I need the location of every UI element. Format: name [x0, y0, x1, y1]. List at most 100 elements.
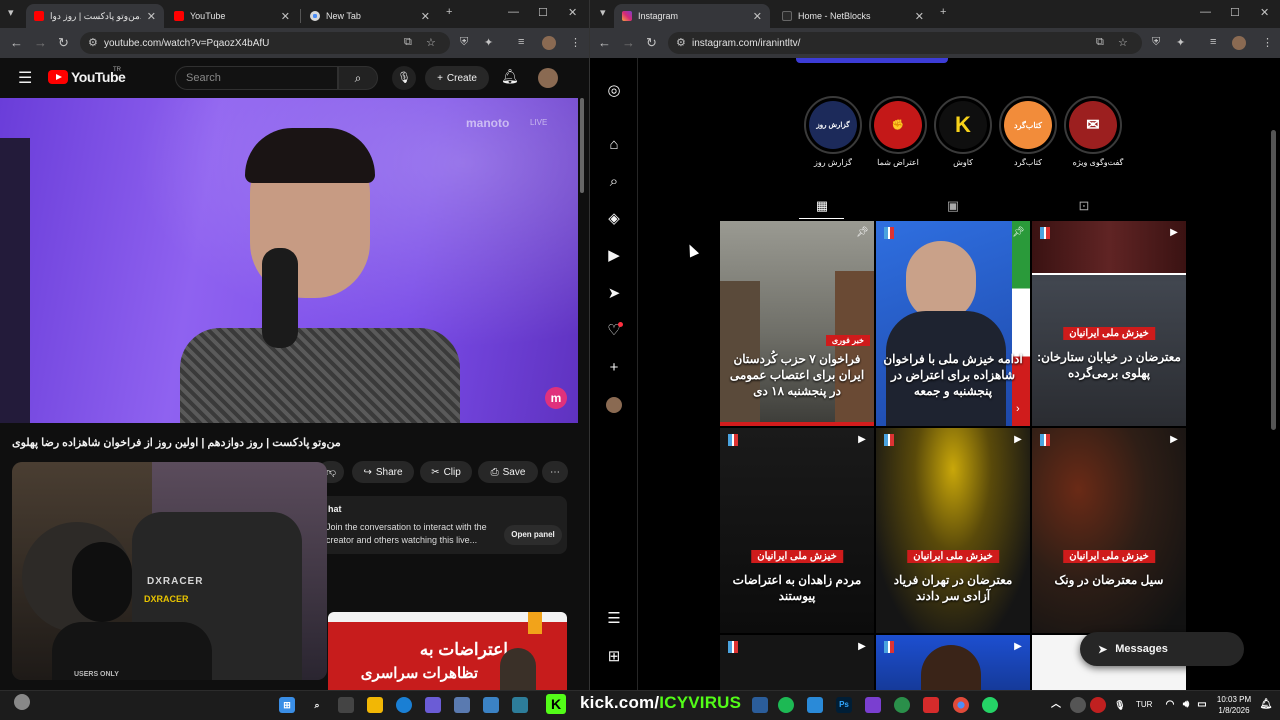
whatsapp-icon[interactable] — [982, 697, 998, 713]
start-windows-icon[interactable]: ⊞ — [279, 697, 295, 713]
microphone-icon[interactable]: 🎙 — [1112, 697, 1128, 713]
post-tile[interactable]: ▶ خیزش ملی ایرانیان مردم زاهدان به اعترا… — [720, 428, 874, 633]
search-icon[interactable]: ⌕ — [604, 171, 624, 191]
site-info-icon[interactable]: ⚙ — [676, 36, 686, 49]
tray-app-icon[interactable] — [1070, 697, 1086, 713]
reload-icon[interactable]: ↻ — [58, 35, 69, 51]
address-bar[interactable]: youtube.com/watch?v=PqaozX4bAfU — [80, 32, 450, 54]
direct-send-icon[interactable]: ➤ — [604, 283, 624, 303]
maximize-icon[interactable]: ☐ — [538, 6, 548, 19]
tab-groups-icon[interactable]: ≡ — [1210, 36, 1216, 48]
youtube-scrollbar[interactable] — [580, 98, 584, 193]
also-from-meta-icon[interactable]: ⊞ — [604, 646, 624, 666]
battery-icon[interactable]: ▭ — [1194, 697, 1210, 713]
install-app-icon[interactable]: ⧉ — [404, 36, 412, 49]
tab-new-tab[interactable]: New Tab ✕ — [302, 4, 438, 28]
post-tile[interactable]: ▶ خیزش ملی ایرانیان معترضان در تهران فری… — [876, 428, 1030, 633]
chrome-menu-icon[interactable]: ⋮ — [570, 36, 581, 49]
reels-icon[interactable]: ▶ — [604, 245, 624, 265]
forward-icon[interactable]: → — [34, 35, 47, 50]
vscode-icon[interactable] — [807, 697, 823, 713]
photoshop-icon[interactable]: Ps — [836, 697, 852, 713]
video-player[interactable]: manoto LIVE m — [0, 98, 578, 423]
tab-netblocks[interactable]: Home - NetBlocks ✕ — [774, 4, 932, 28]
post-tile[interactable]: ▶ — [876, 635, 1030, 690]
extensions-puzzle-icon[interactable]: ✦ — [1176, 36, 1185, 49]
highlight-protest[interactable]: ✊ — [869, 96, 927, 154]
post-tile[interactable]: 📌︎ ادامه خیزش ملی با فراخوان شاهزاده برا… — [876, 221, 1030, 426]
carousel-next-icon[interactable]: › — [1016, 403, 1020, 415]
close-tab-icon[interactable]: ✕ — [281, 10, 290, 23]
instagram-logo-icon[interactable]: ◎ — [604, 80, 624, 100]
shield-extension-icon[interactable]: ⛨ — [460, 36, 468, 49]
create-button[interactable]: + Create — [425, 66, 489, 90]
tagged-tab-icon[interactable]: ⊡ — [1072, 196, 1096, 216]
close-tab-icon[interactable]: ✕ — [915, 10, 924, 23]
chrome-icon[interactable] — [953, 697, 969, 713]
edge-icon[interactable] — [396, 697, 412, 713]
close-window-icon[interactable]: ✕ — [1260, 6, 1269, 19]
save-button[interactable]: ⎙ Save — [478, 461, 538, 483]
profile-avatar[interactable] — [542, 36, 556, 50]
clip-button[interactable]: ✂ Clip — [420, 461, 472, 483]
weather-widget-icon[interactable] — [14, 694, 30, 710]
instagram-scrollbar[interactable] — [1271, 130, 1276, 430]
notification-bell-icon[interactable]: 🔔︎ — [1258, 697, 1274, 713]
wifi-icon[interactable]: ◠ — [1162, 697, 1178, 713]
tab-search-icon[interactable]: ▾ — [8, 6, 14, 19]
more-actions-button[interactable]: ⋯ — [542, 461, 568, 483]
youtube-logo-icon[interactable] — [48, 70, 68, 84]
post-tile[interactable]: ▶ خیزش ملی ایرانیان معترضان در خیابان ست… — [1032, 221, 1186, 426]
share-button[interactable]: ↪ Share — [352, 461, 414, 483]
close-tab-icon[interactable]: ✕ — [421, 10, 430, 23]
bookmark-star-icon[interactable]: ☆ — [426, 36, 436, 49]
profile-avatar[interactable] — [606, 397, 622, 413]
tab-youtube[interactable]: YouTube ✕ — [166, 4, 298, 28]
highlight-kavosh[interactable]: K — [934, 96, 992, 154]
explore-compass-icon[interactable]: ◈ — [604, 208, 624, 228]
create-plus-icon[interactable]: + — [604, 357, 624, 377]
terminal-icon[interactable] — [512, 697, 528, 713]
forward-icon[interactable]: → — [622, 35, 635, 50]
tab-instagram[interactable]: Instagram ✕ — [614, 4, 770, 28]
minimize-icon[interactable]: — — [508, 6, 519, 18]
spotify-icon[interactable] — [778, 697, 794, 713]
post-tile[interactable]: 📌︎ خبر فوری فراخوان ۷ حزب کُردستان ایران… — [720, 221, 874, 426]
new-tab-plus-icon[interactable]: + — [446, 6, 452, 18]
chrome-menu-icon[interactable]: ⋮ — [1262, 36, 1273, 49]
post-tile[interactable]: ▶ — [720, 635, 874, 690]
app-icon[interactable] — [752, 697, 768, 713]
close-window-icon[interactable]: ✕ — [568, 6, 577, 19]
close-tab-icon[interactable]: ✕ — [753, 10, 762, 23]
input-language[interactable]: TUR — [1136, 700, 1152, 709]
hamburger-menu-icon[interactable]: ☰ — [18, 68, 32, 88]
maximize-icon[interactable]: ☐ — [1230, 6, 1240, 19]
highlight-book[interactable]: کتاب‌گرد — [999, 96, 1057, 154]
copilot-icon[interactable] — [425, 697, 441, 713]
address-bar[interactable]: instagram.com/iranintltv/ — [668, 32, 1142, 54]
voice-search-icon[interactable]: 🎙 — [392, 66, 416, 90]
profile-avatar[interactable] — [1232, 36, 1246, 50]
new-tab-plus-icon[interactable]: + — [940, 6, 946, 18]
notifications-bell-icon[interactable]: 🔔︎ — [501, 68, 519, 85]
back-icon[interactable]: ← — [10, 35, 23, 50]
post-tile[interactable]: ▶ خیزش ملی ایرانیان سیل معترضان در ونک — [1032, 428, 1186, 633]
app-icon[interactable] — [865, 697, 881, 713]
home-icon[interactable]: ⌂ — [604, 134, 624, 154]
file-explorer-icon[interactable] — [367, 697, 383, 713]
messages-button[interactable]: ➤ Messages — [1080, 632, 1244, 666]
posts-grid-tab-icon[interactable]: ▦ — [810, 196, 834, 216]
youtube-search-input[interactable]: Search — [175, 66, 338, 90]
tray-chevron-icon[interactable]: ︿ — [1048, 697, 1064, 713]
search-icon[interactable]: ⌕ — [338, 66, 378, 90]
close-tab-icon[interactable]: ✕ — [147, 10, 156, 23]
minimize-icon[interactable]: — — [1200, 6, 1211, 18]
tab-search-icon[interactable]: ▾ — [600, 6, 606, 19]
app-icon[interactable] — [923, 697, 939, 713]
app-icon[interactable] — [894, 697, 910, 713]
system-clock[interactable]: 10:03 PM 1/8/2026 — [1214, 694, 1254, 716]
tab-groups-icon[interactable]: ≡ — [518, 36, 524, 48]
search-icon[interactable]: ⌕ — [309, 697, 325, 713]
related-video-card[interactable]: اعتراضات به تظاهرات سراسری — [328, 612, 567, 690]
open-panel-button[interactable]: Open panel — [504, 525, 562, 545]
